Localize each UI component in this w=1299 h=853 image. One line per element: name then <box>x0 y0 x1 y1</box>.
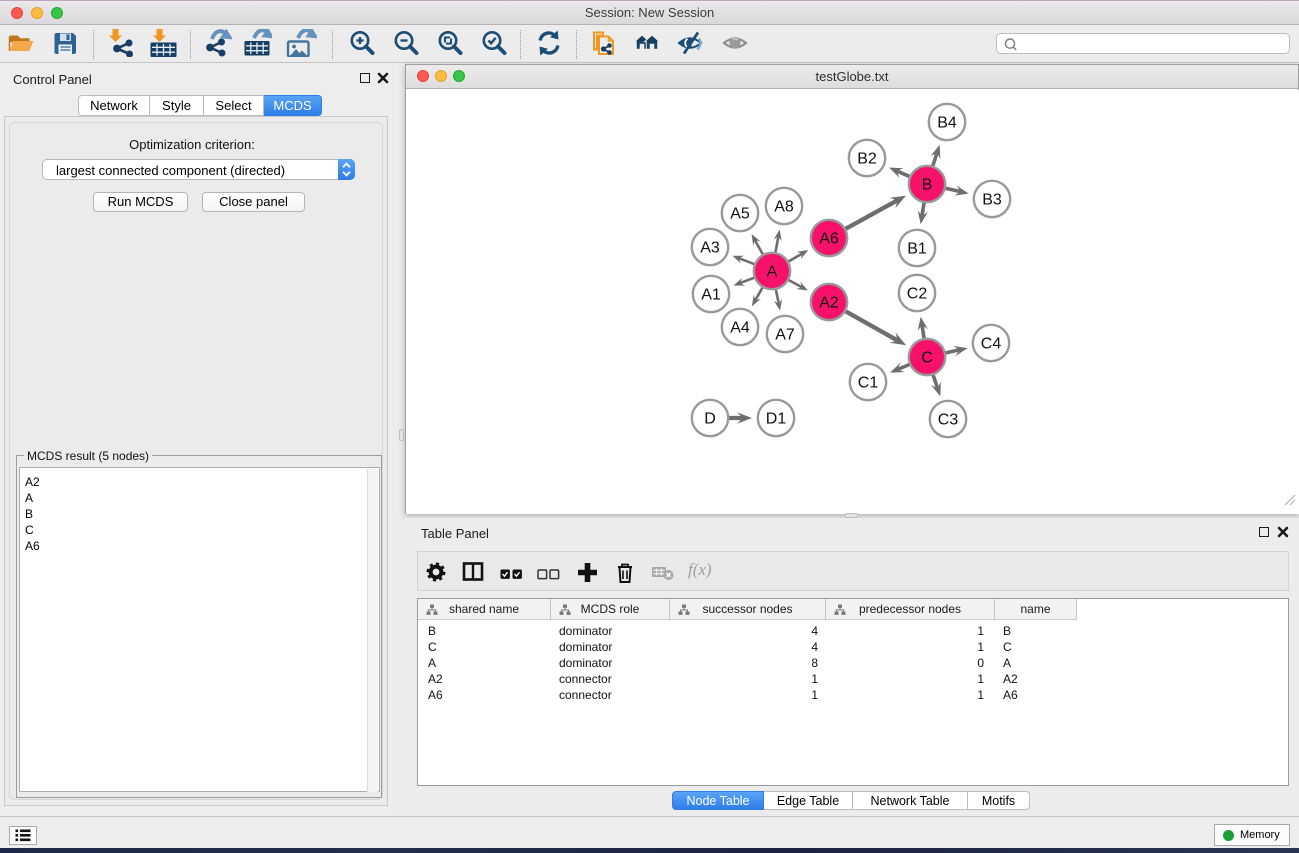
svg-text:A2: A2 <box>819 295 839 312</box>
svg-text:D1: D1 <box>766 411 787 428</box>
svg-text:C2: C2 <box>907 286 928 303</box>
svg-text:B4: B4 <box>937 115 957 132</box>
svg-text:A7: A7 <box>775 327 795 344</box>
svg-text:C3: C3 <box>938 412 959 429</box>
svg-text:B: B <box>922 177 933 194</box>
svg-text:B3: B3 <box>982 192 1002 209</box>
svg-text:A1: A1 <box>701 287 721 304</box>
svg-text:B2: B2 <box>857 151 877 168</box>
svg-text:C1: C1 <box>858 375 879 392</box>
svg-text:A3: A3 <box>700 240 720 257</box>
svg-text:B1: B1 <box>907 241 927 258</box>
svg-text:A4: A4 <box>730 320 750 337</box>
svg-text:A5: A5 <box>730 206 750 223</box>
svg-text:D: D <box>704 411 716 428</box>
svg-text:C: C <box>921 350 933 367</box>
svg-text:A6: A6 <box>819 231 839 248</box>
svg-text:A: A <box>767 264 778 281</box>
svg-text:C4: C4 <box>981 336 1002 353</box>
svg-text:A8: A8 <box>774 199 794 216</box>
